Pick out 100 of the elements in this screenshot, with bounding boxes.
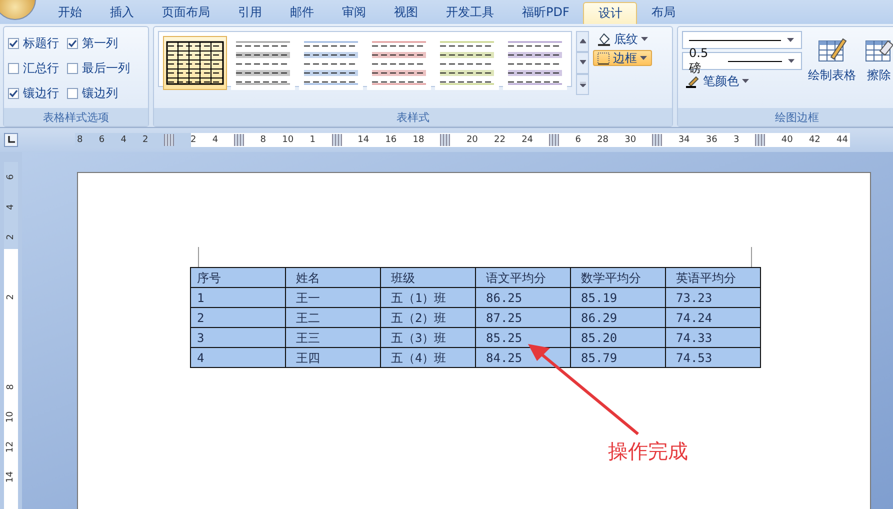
table-cell: 五（4）班	[380, 348, 476, 368]
ruler-number: 14	[358, 134, 370, 147]
ruler-number: 36	[706, 134, 718, 147]
pen-color-button[interactable]: 笔颜色	[682, 73, 802, 89]
column-marker[interactable]	[440, 134, 450, 146]
ribbon-tab[interactable]: 插入	[96, 0, 148, 24]
table-cell: 86.25	[476, 288, 570, 308]
checkbox[interactable]	[8, 38, 19, 49]
ruler-number: 10	[6, 411, 16, 423]
table-cell: 五（1）班	[380, 288, 476, 308]
group-title: 表格样式选项	[4, 108, 148, 126]
ruler-number: 24	[522, 134, 534, 147]
ribbon-tab[interactable]: 邮件	[276, 0, 328, 24]
table-cell: 2	[190, 308, 286, 328]
table-cell: 王一	[286, 288, 380, 308]
header-cell: 姓名	[286, 268, 380, 288]
header-cell: 数学平均分	[570, 268, 666, 288]
table-cell: 74.24	[666, 308, 760, 328]
chevron-icon	[580, 39, 586, 44]
tab-stop-button[interactable]	[4, 133, 18, 147]
ruler-number: 2	[142, 134, 148, 147]
chevron-icon	[580, 82, 586, 87]
checkbox-label: 第一列	[82, 34, 118, 52]
ruler-number: 28	[597, 134, 609, 147]
ruler-number: 12	[6, 441, 16, 453]
ribbon-tab[interactable]: 布局	[637, 0, 690, 24]
checkbox[interactable]	[67, 62, 78, 74]
ruler-number: 1	[310, 134, 316, 147]
paint-bucket-icon	[597, 32, 611, 46]
table-cell: 73.23	[666, 288, 760, 308]
column-marker[interactable]	[234, 134, 244, 146]
checkbox-label: 最后一列	[82, 60, 130, 77]
ribbon-tab[interactable]: 福昕PDF	[508, 0, 584, 24]
ribbon-button[interactable]: 底纹	[593, 31, 652, 47]
column-marker[interactable]	[652, 134, 662, 146]
ruler-number: 2	[6, 234, 16, 240]
ruler-number: 8	[6, 384, 16, 390]
ruler-number: 6	[98, 134, 105, 147]
column-marker[interactable]	[332, 134, 342, 146]
table-cell: 1	[190, 288, 286, 308]
header-cell: 序号	[190, 268, 286, 288]
ribbon-button[interactable]: 擦除	[862, 31, 893, 104]
ribbon-tab[interactable]: 设计	[583, 2, 638, 24]
ribbon-tab[interactable]: 开始	[44, 0, 96, 24]
group-title: 表样式	[154, 108, 672, 126]
ribbon-tab[interactable]: 视图	[380, 0, 432, 24]
table-cell: 85.79	[570, 348, 666, 368]
group-title: 绘图边框	[678, 108, 893, 126]
table-cell: 五（2）班	[380, 308, 476, 328]
column-marker[interactable]	[549, 134, 560, 146]
ruler-number: 16	[385, 134, 397, 147]
ribbon-tab[interactable]: 开发工具	[432, 0, 508, 24]
ruler-number: 4	[120, 134, 126, 147]
ribbon-tab[interactable]: 页面布局	[148, 0, 224, 24]
table-cell: 74.53	[666, 348, 760, 368]
ribbon-tab[interactable]: 审阅	[328, 0, 380, 24]
ruler-number: 30	[624, 134, 636, 147]
ruler-number: 18	[412, 134, 424, 147]
checkbox[interactable]	[67, 88, 78, 100]
table-cell: 4	[190, 348, 286, 368]
ruler-number: 40	[781, 134, 793, 147]
line-style-dropdown[interactable]	[682, 31, 802, 49]
ruler-number: 44	[836, 134, 848, 147]
tab-stop-icon	[7, 136, 15, 144]
table-cell: 85.19	[570, 288, 666, 308]
ruler-number: 8	[260, 134, 266, 147]
scroll-button[interactable]	[576, 74, 589, 95]
ribbon-button[interactable]: 边框	[593, 50, 652, 66]
ribbon-button[interactable]: 绘制表格	[806, 31, 858, 104]
column-marker[interactable]	[164, 134, 174, 146]
ruler-number: 3	[733, 134, 740, 147]
annotation-text: 操作完成	[608, 438, 688, 465]
checkbox-label: 镶边列	[82, 85, 118, 102]
checkbox-label: 镶边行	[23, 85, 59, 102]
header-cell: 语文平均分	[476, 268, 570, 288]
pencil-icon	[686, 74, 700, 88]
caret-icon	[742, 79, 749, 83]
scroll-button[interactable]	[576, 31, 589, 52]
checkbox[interactable]	[8, 62, 19, 74]
checkbox-label: 汇总行	[23, 60, 59, 77]
column-marker[interactable]	[755, 134, 766, 146]
checkbox[interactable]	[67, 38, 78, 49]
line-icon	[689, 38, 781, 42]
table-cell: 王二	[286, 308, 380, 328]
line-icon	[728, 60, 782, 62]
table-cell: 五（3）班	[380, 328, 476, 348]
table-cell: 3	[190, 328, 286, 348]
header-cell: 班级	[380, 268, 476, 288]
ruler-number: 22	[494, 134, 506, 147]
caret-icon	[788, 59, 796, 63]
border-icon	[597, 52, 610, 64]
caret-icon	[787, 38, 794, 42]
ribbon-tab[interactable]: 引用	[224, 0, 276, 24]
table-cell: 87.25	[476, 308, 570, 328]
ruler-number: 8	[77, 134, 83, 147]
checkbox[interactable]	[8, 88, 19, 100]
ruler-number: 42	[808, 134, 820, 147]
ruler-number: 4	[212, 134, 218, 147]
table-cell: 74.33	[666, 328, 760, 348]
scroll-button[interactable]	[576, 52, 589, 74]
